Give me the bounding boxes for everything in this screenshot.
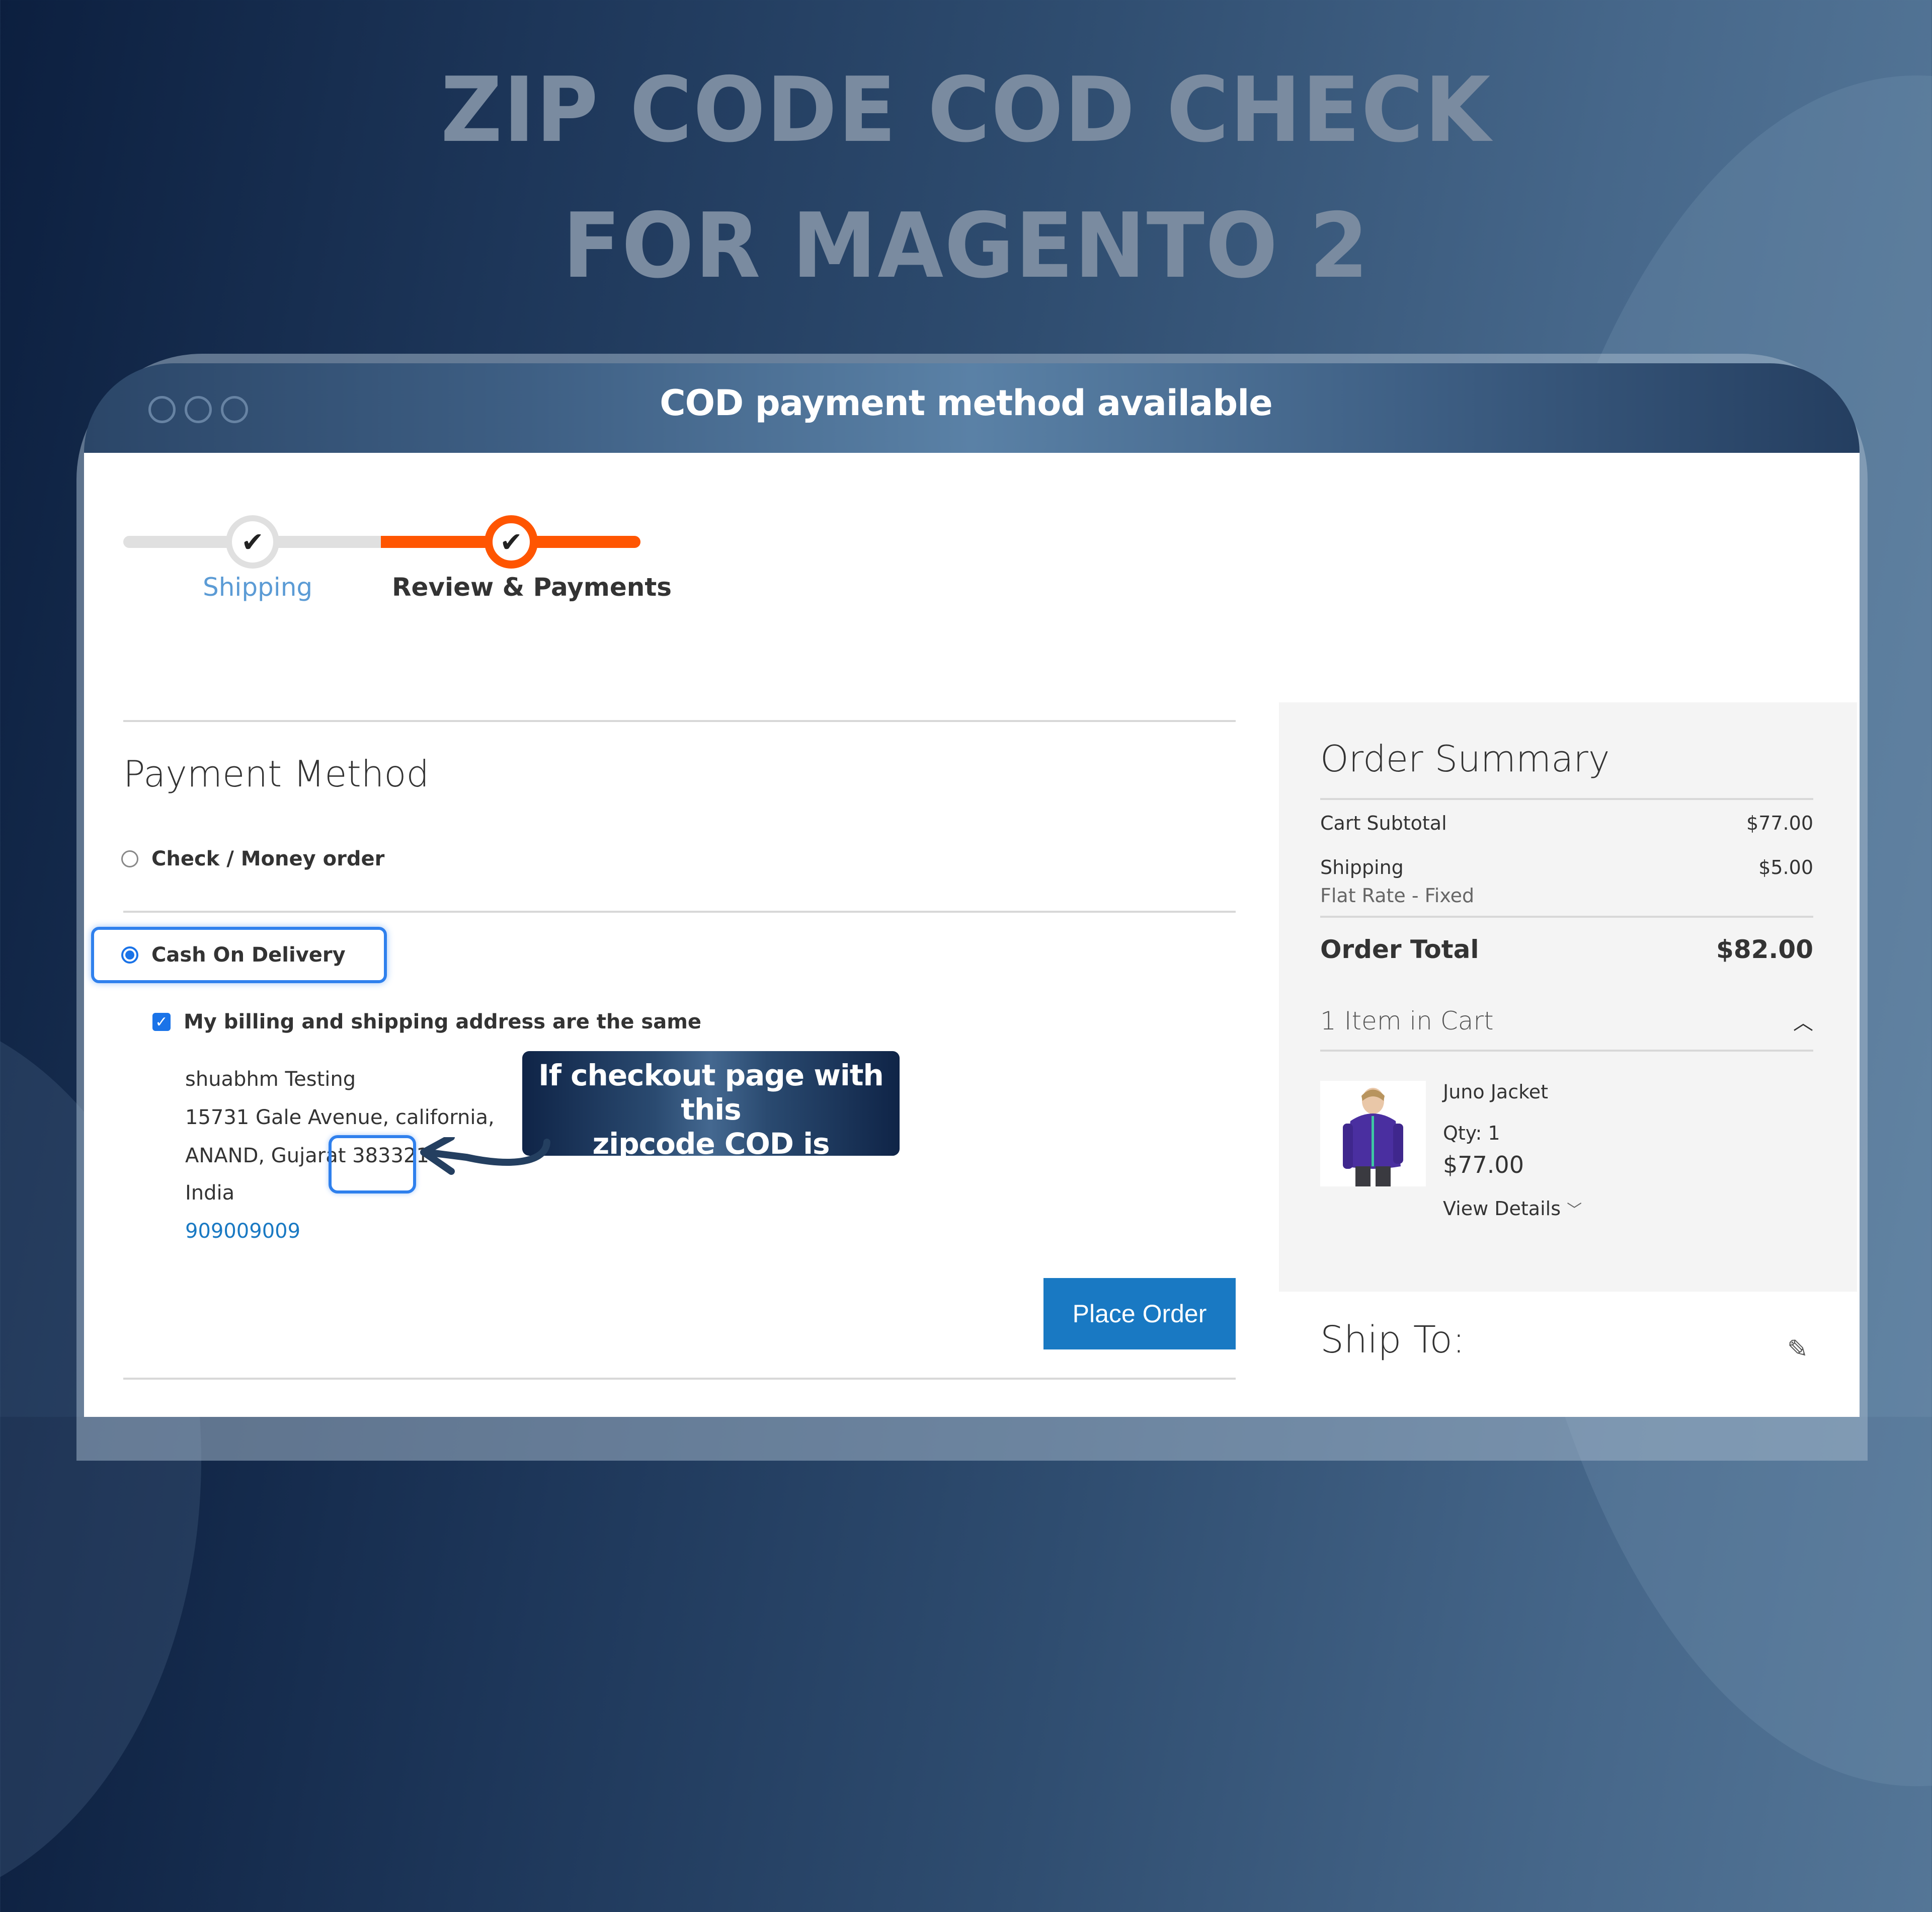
cart-subtotal-row: Cart Subtotal $77.00 — [1320, 812, 1813, 834]
section-divider — [123, 720, 1236, 722]
items-in-cart-toggle[interactable]: 1 Item in Cart ︿ — [1320, 1006, 1813, 1035]
radio-cod[interactable] — [121, 946, 138, 964]
summary-divider — [1320, 798, 1813, 800]
billing-same-checkbox[interactable]: ✓ — [152, 1013, 171, 1031]
annotation-callout: If checkout page with this zipcode COD i… — [522, 1051, 900, 1195]
summary-divider — [1320, 916, 1813, 918]
product-name: Juno Jacket — [1443, 1081, 1549, 1103]
billing-same-checkbox-row[interactable]: ✓ My billing and shipping address are th… — [152, 1010, 701, 1033]
section-divider — [123, 911, 1236, 913]
callout-line1: If checkout page with this — [538, 1058, 884, 1127]
shipping-value: $5.00 — [1758, 856, 1813, 879]
order-summary-panel: Order Summary Cart Subtotal $77.00 Shipp… — [1279, 702, 1857, 1292]
hero-title-line2: FOR MAGENTO 2 — [562, 194, 1370, 298]
payment-method-title: Payment Method — [123, 753, 430, 795]
window-title: COD payment method available — [660, 382, 1272, 424]
cart-subtotal-label: Cart Subtotal — [1320, 812, 1447, 834]
address-street: 15731 Gale Avenue, california, — [185, 1106, 495, 1129]
checkout-page: ✔ ✔ Shipping Review & Payments Payment M… — [84, 453, 1860, 1417]
annotation-arrow-icon — [420, 1137, 550, 1175]
section-divider — [123, 1378, 1236, 1380]
payment-option-label: Check / Money order — [151, 847, 385, 870]
view-details-toggle[interactable]: View Details ﹀ — [1443, 1198, 1582, 1220]
items-in-cart-label: 1 Item in Cart — [1320, 1006, 1494, 1035]
product-price: $77.00 — [1443, 1151, 1524, 1178]
order-total-label: Order Total — [1320, 935, 1479, 964]
address-city-region: ANAND, Gujarat — [185, 1144, 346, 1167]
zip-highlight-box — [329, 1135, 416, 1193]
payment-option-checkmo[interactable]: Check / Money order — [121, 847, 384, 870]
step-review-check-icon: ✔ — [485, 515, 538, 569]
callout-line2: zipcode COD is available — [592, 1127, 830, 1195]
chevron-down-icon: ﹀ — [1567, 1202, 1582, 1219]
address-name: shuabhm Testing — [185, 1068, 356, 1091]
shipping-row: Shipping $5.00 — [1320, 856, 1813, 879]
address-country: India — [185, 1181, 235, 1205]
chevron-up-icon: ︿ — [1793, 1011, 1813, 1034]
shipping-method: Flat Rate - Fixed — [1320, 885, 1475, 907]
order-total-row: Order Total $82.00 — [1320, 935, 1813, 964]
hero-title-line1: ZIP CODE COD CHECK — [440, 58, 1492, 162]
step-review-label: Review & Payments — [392, 573, 672, 602]
address-phone-link[interactable]: 909009009 — [185, 1220, 300, 1243]
view-details-label: View Details — [1443, 1198, 1561, 1220]
summary-divider — [1320, 1050, 1813, 1052]
cart-subtotal-value: $77.00 — [1746, 812, 1813, 834]
payment-option-cod[interactable]: Cash On Delivery — [121, 943, 346, 967]
billing-same-label: My billing and shipping address are the … — [184, 1010, 702, 1033]
shipping-label: Shipping — [1320, 856, 1404, 879]
product-qty: Qty: 1 — [1443, 1122, 1500, 1144]
step-shipping-link[interactable]: Shipping — [203, 573, 312, 602]
order-total-value: $82.00 — [1716, 935, 1813, 964]
radio-checkmo[interactable] — [121, 850, 138, 867]
place-order-button[interactable]: Place Order — [1043, 1278, 1236, 1349]
order-summary-title: Order Summary — [1320, 738, 1610, 780]
edit-pencil-icon[interactable]: ✎ — [1787, 1334, 1808, 1364]
product-jacket-image — [1320, 1081, 1426, 1186]
step-shipping-check-icon[interactable]: ✔ — [226, 515, 279, 569]
ship-to-title: Ship To: — [1320, 1318, 1465, 1362]
payment-option-label: Cash On Delivery — [151, 943, 346, 967]
product-thumbnail — [1320, 1081, 1426, 1186]
